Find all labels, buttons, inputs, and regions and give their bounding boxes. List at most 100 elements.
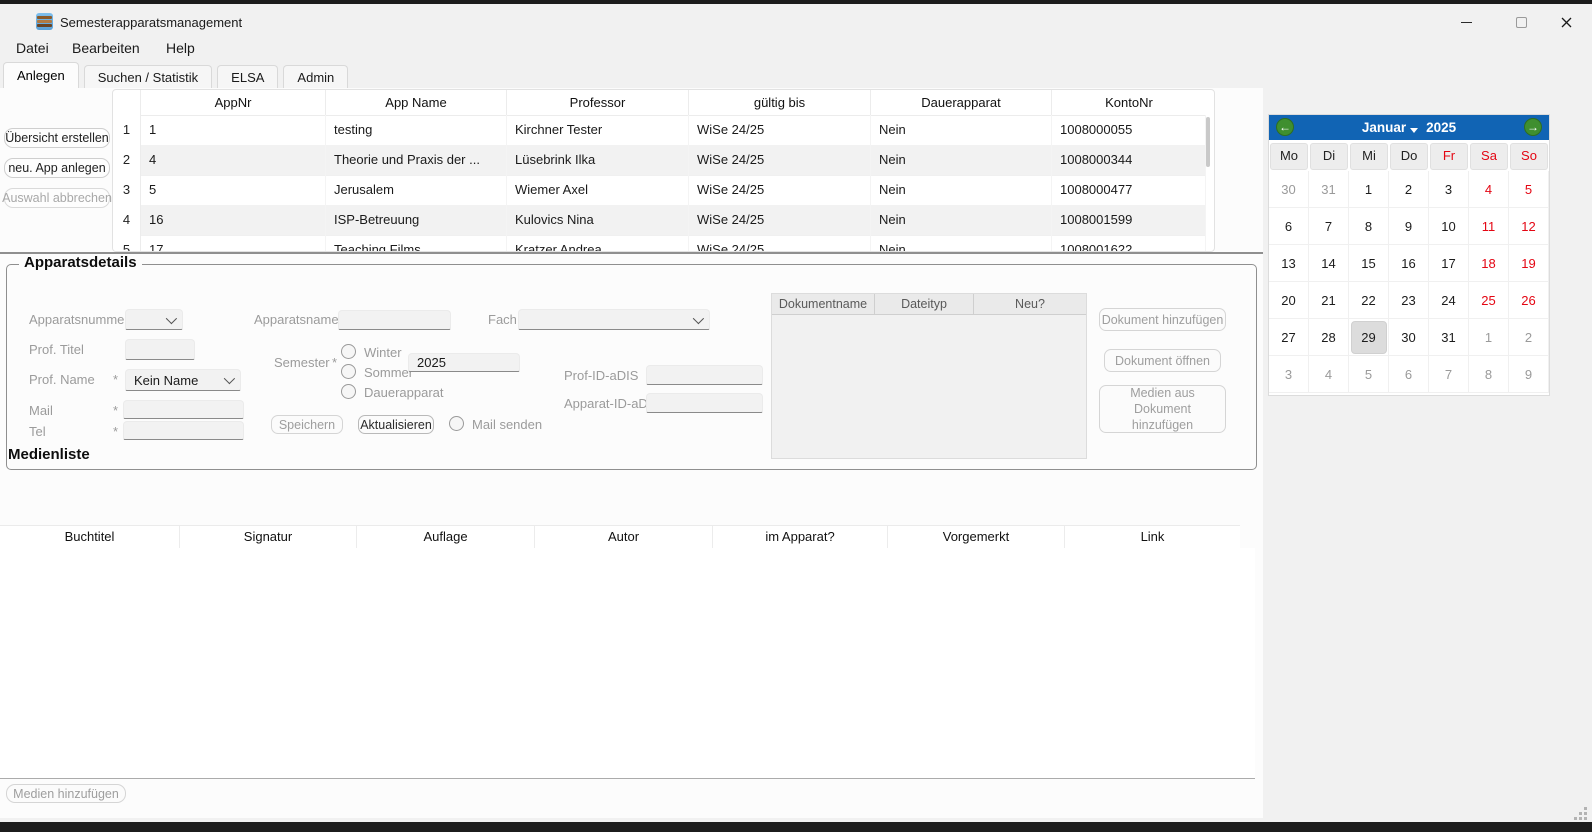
calendar-day[interactable]: 11	[1469, 208, 1509, 245]
table-scrollbar[interactable]	[1204, 117, 1212, 249]
neu-app-anlegen-button[interactable]: neu. App anlegen	[4, 158, 110, 178]
calendar-day[interactable]: 14	[1309, 245, 1349, 282]
menu-help[interactable]: Help	[166, 40, 195, 56]
calendar-day[interactable]: 9	[1389, 208, 1429, 245]
medienliste-body[interactable]	[0, 548, 1255, 779]
medien-aus-dokument-button[interactable]: Medien aus Dokument hinzufügen	[1099, 385, 1226, 433]
calendar-day[interactable]: 5	[1509, 171, 1549, 208]
table-row[interactable]: 3 5 Jerusalem Wiemer Axel WiSe 24/25 Nei…	[113, 175, 1214, 205]
calendar-day[interactable]: 10	[1429, 208, 1469, 245]
calendar-day[interactable]: 19	[1509, 245, 1549, 282]
calendar-day[interactable]: 26	[1509, 282, 1549, 319]
calendar-day[interactable]: 5	[1349, 356, 1389, 393]
table-row[interactable]: 4 16 ISP-Betreuung Kulovics Nina WiSe 24…	[113, 205, 1214, 235]
tab-suchen-statistik[interactable]: Suchen / Statistik	[84, 65, 212, 88]
calendar-day[interactable]: 13	[1269, 245, 1309, 282]
dokument-oeffnen-button[interactable]: Dokument öffnen	[1104, 349, 1221, 372]
year-label[interactable]: 2025	[1426, 120, 1456, 135]
next-month-button[interactable]: →	[1524, 118, 1542, 136]
col-kontonr[interactable]: KontoNr	[1052, 90, 1206, 116]
close-button[interactable]	[1551, 8, 1581, 36]
prof-name-combobox[interactable]: Kein Name	[125, 369, 241, 391]
winter-radio[interactable]	[341, 344, 356, 359]
calendar-day[interactable]: 3	[1429, 171, 1469, 208]
medien-hinzufuegen-button[interactable]: Medien hinzufügen	[6, 784, 126, 803]
calendar-title[interactable]: Januar 2025	[1269, 115, 1549, 140]
table-row[interactable]: 2 4 Theorie und Praxis der ... Lüsebrink…	[113, 145, 1214, 175]
col-dauerapparat[interactable]: Dauerapparat	[871, 90, 1052, 116]
calendar-day[interactable]: 23	[1389, 282, 1429, 319]
calendar-day[interactable]: 15	[1349, 245, 1389, 282]
calendar-day[interactable]: 16	[1389, 245, 1429, 282]
uebersicht-erstellen-button[interactable]: Übersicht erstellen	[4, 128, 110, 148]
calendar-day[interactable]: 7	[1429, 356, 1469, 393]
mail-input[interactable]	[123, 400, 244, 419]
apparat-id-adis-input[interactable]	[646, 393, 763, 413]
tab-anlegen[interactable]: Anlegen	[3, 62, 79, 88]
calendar-day[interactable]: 1	[1469, 319, 1509, 356]
month-label[interactable]: Januar	[1362, 120, 1406, 135]
menu-datei[interactable]: Datei	[16, 40, 49, 56]
prof-titel-input[interactable]	[125, 339, 195, 360]
dokument-table[interactable]: Dokumentname Dateityp Neu?	[771, 293, 1087, 459]
calendar-day[interactable]: 8	[1349, 208, 1389, 245]
table-row[interactable]: 5 17 Teaching Films Kratzer Andrea WiSe …	[113, 235, 1214, 252]
calendar-day[interactable]: 25	[1469, 282, 1509, 319]
dokument-hinzufuegen-button[interactable]: Dokument hinzufügen	[1099, 308, 1226, 331]
calendar-day[interactable]: 9	[1509, 356, 1549, 393]
scrollbar-thumb[interactable]	[1206, 117, 1210, 167]
calendar-day[interactable]: 4	[1309, 356, 1349, 393]
calendar-day[interactable]: 8	[1469, 356, 1509, 393]
sommer-radio[interactable]	[341, 364, 356, 379]
calendar-day[interactable]: 2	[1509, 319, 1549, 356]
menu-bearbeiten[interactable]: Bearbeiten	[72, 40, 140, 56]
auswahl-abbrechen-button[interactable]: Auswahl abbrechen	[4, 188, 110, 208]
aktualisieren-button[interactable]: Aktualisieren	[358, 415, 434, 434]
tab-admin[interactable]: Admin	[283, 65, 348, 88]
calendar-day[interactable]: 31	[1309, 171, 1349, 208]
calendar-day[interactable]: 18	[1469, 245, 1509, 282]
calendar-day[interactable]: 6	[1389, 356, 1429, 393]
calendar-day-selected[interactable]: 29	[1349, 319, 1389, 356]
calendar-day[interactable]: 28	[1309, 319, 1349, 356]
calendar-day[interactable]: 2	[1389, 171, 1429, 208]
calendar-day[interactable]: 24	[1429, 282, 1469, 319]
calendar-day[interactable]: 30	[1269, 171, 1309, 208]
apparatsnummer-combobox[interactable]	[125, 309, 183, 330]
calendar-day[interactable]: 27	[1269, 319, 1309, 356]
minimize-button[interactable]	[1451, 8, 1481, 36]
calendar-day[interactable]: 21	[1309, 282, 1349, 319]
speichern-button[interactable]: Speichern	[271, 415, 343, 434]
dauerapparat-radio[interactable]	[341, 384, 356, 399]
apparatsname-input[interactable]	[338, 310, 451, 330]
fach-combobox[interactable]	[518, 309, 710, 330]
calendar-day[interactable]: 3	[1269, 356, 1309, 393]
calendar-day[interactable]: 1	[1349, 171, 1389, 208]
calendar-day[interactable]: 7	[1309, 208, 1349, 245]
calendar-day[interactable]: 30	[1389, 319, 1429, 356]
calendar-day[interactable]: 17	[1429, 245, 1469, 282]
calendar-day[interactable]: 31	[1429, 319, 1469, 356]
tel-input[interactable]	[123, 421, 244, 440]
tab-elsa[interactable]: ELSA	[217, 65, 278, 88]
previous-month-button[interactable]: ←	[1276, 118, 1294, 136]
titlebar[interactable]: Semesterapparatsmanagement	[0, 4, 1592, 32]
calendar-day[interactable]: 22	[1349, 282, 1389, 319]
prof-id-adis-input[interactable]	[646, 365, 763, 385]
col-appnr[interactable]: AppNr	[141, 90, 326, 116]
apparatsnummer-label: Apparatsnummer	[29, 312, 129, 327]
table-row[interactable]: 1 1 testing Kirchner Tester WiSe 24/25 N…	[113, 115, 1214, 145]
splitter[interactable]	[0, 252, 1263, 254]
resize-grip[interactable]	[1573, 806, 1587, 820]
calendar-day[interactable]: 12	[1509, 208, 1549, 245]
mail-senden-checkbox[interactable]	[449, 416, 464, 431]
col-gueltig-bis[interactable]: gültig bis	[689, 90, 871, 116]
maximize-button[interactable]	[1506, 8, 1536, 36]
col-professor[interactable]: Professor	[507, 90, 689, 116]
close-icon	[1561, 17, 1572, 28]
calendar-day[interactable]: 20	[1269, 282, 1309, 319]
col-app-name[interactable]: App Name	[326, 90, 507, 116]
calendar-day[interactable]: 6	[1269, 208, 1309, 245]
calendar-day[interactable]: 4	[1469, 171, 1509, 208]
year-input[interactable]: 2025	[408, 353, 520, 372]
